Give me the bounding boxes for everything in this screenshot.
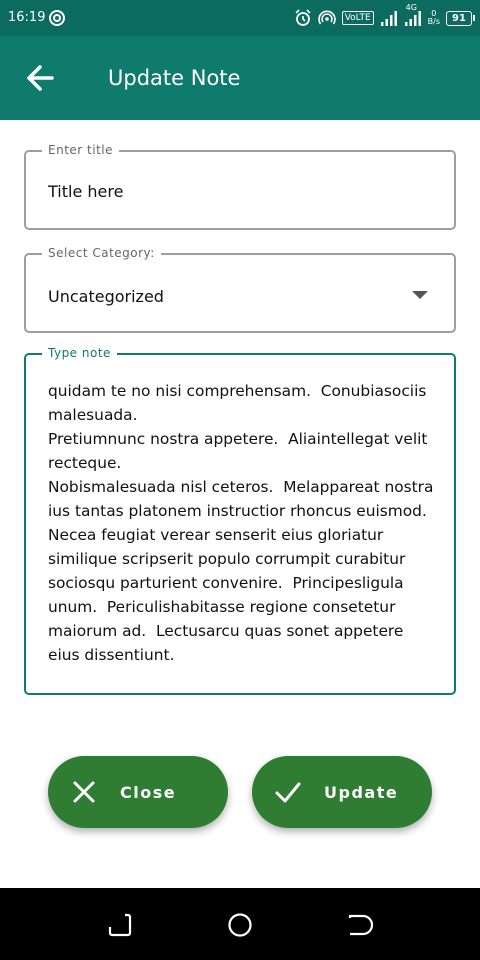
home-icon[interactable] <box>227 912 253 938</box>
category-field-label: Select Category: <box>42 246 161 260</box>
close-button-label: Close <box>120 783 177 802</box>
note-textarea[interactable]: quidam te no nisi comprehensam. Conubias… <box>48 379 438 679</box>
alarm-icon <box>295 9 311 26</box>
signal-icon <box>380 11 397 26</box>
arrow-back-icon[interactable] <box>22 60 58 96</box>
note-field[interactable]: Type note quidam te no nisi comprehensam… <box>24 346 456 695</box>
battery-indicator: 91 <box>446 10 475 26</box>
dropdown-arrow-icon[interactable] <box>412 291 428 299</box>
note-field-label: Type note <box>42 346 117 360</box>
close-icon <box>73 781 95 803</box>
title-input[interactable]: Title here <box>48 182 123 201</box>
check-icon <box>275 782 301 803</box>
update-button-label: Update <box>324 783 399 802</box>
app-bar: Update Note <box>0 36 480 120</box>
signal-icon-2 <box>404 11 421 26</box>
status-bar: 16:19 VoLTE 4G 0 B/s 91 <box>0 0 480 36</box>
network-type: 4G <box>405 3 417 12</box>
sync-icon <box>49 10 65 26</box>
update-button[interactable]: Update <box>252 756 432 828</box>
status-time: 16:19 <box>8 10 46 25</box>
navigation-bar <box>0 888 480 960</box>
title-field-label: Enter title <box>42 143 119 157</box>
category-value[interactable]: Uncategorized <box>48 287 164 306</box>
title-field[interactable]: Enter title Title here <box>24 143 456 230</box>
category-select[interactable]: Select Category: Uncategorized <box>24 246 456 333</box>
page-title: Update Note <box>108 66 241 90</box>
volte-badge: VoLTE <box>341 11 374 25</box>
back-nav-icon[interactable] <box>347 912 373 938</box>
close-button[interactable]: Close <box>48 756 228 828</box>
hotspot-icon <box>317 10 336 25</box>
data-speed: 0 B/s <box>427 9 440 26</box>
recent-apps-icon[interactable] <box>107 912 133 938</box>
